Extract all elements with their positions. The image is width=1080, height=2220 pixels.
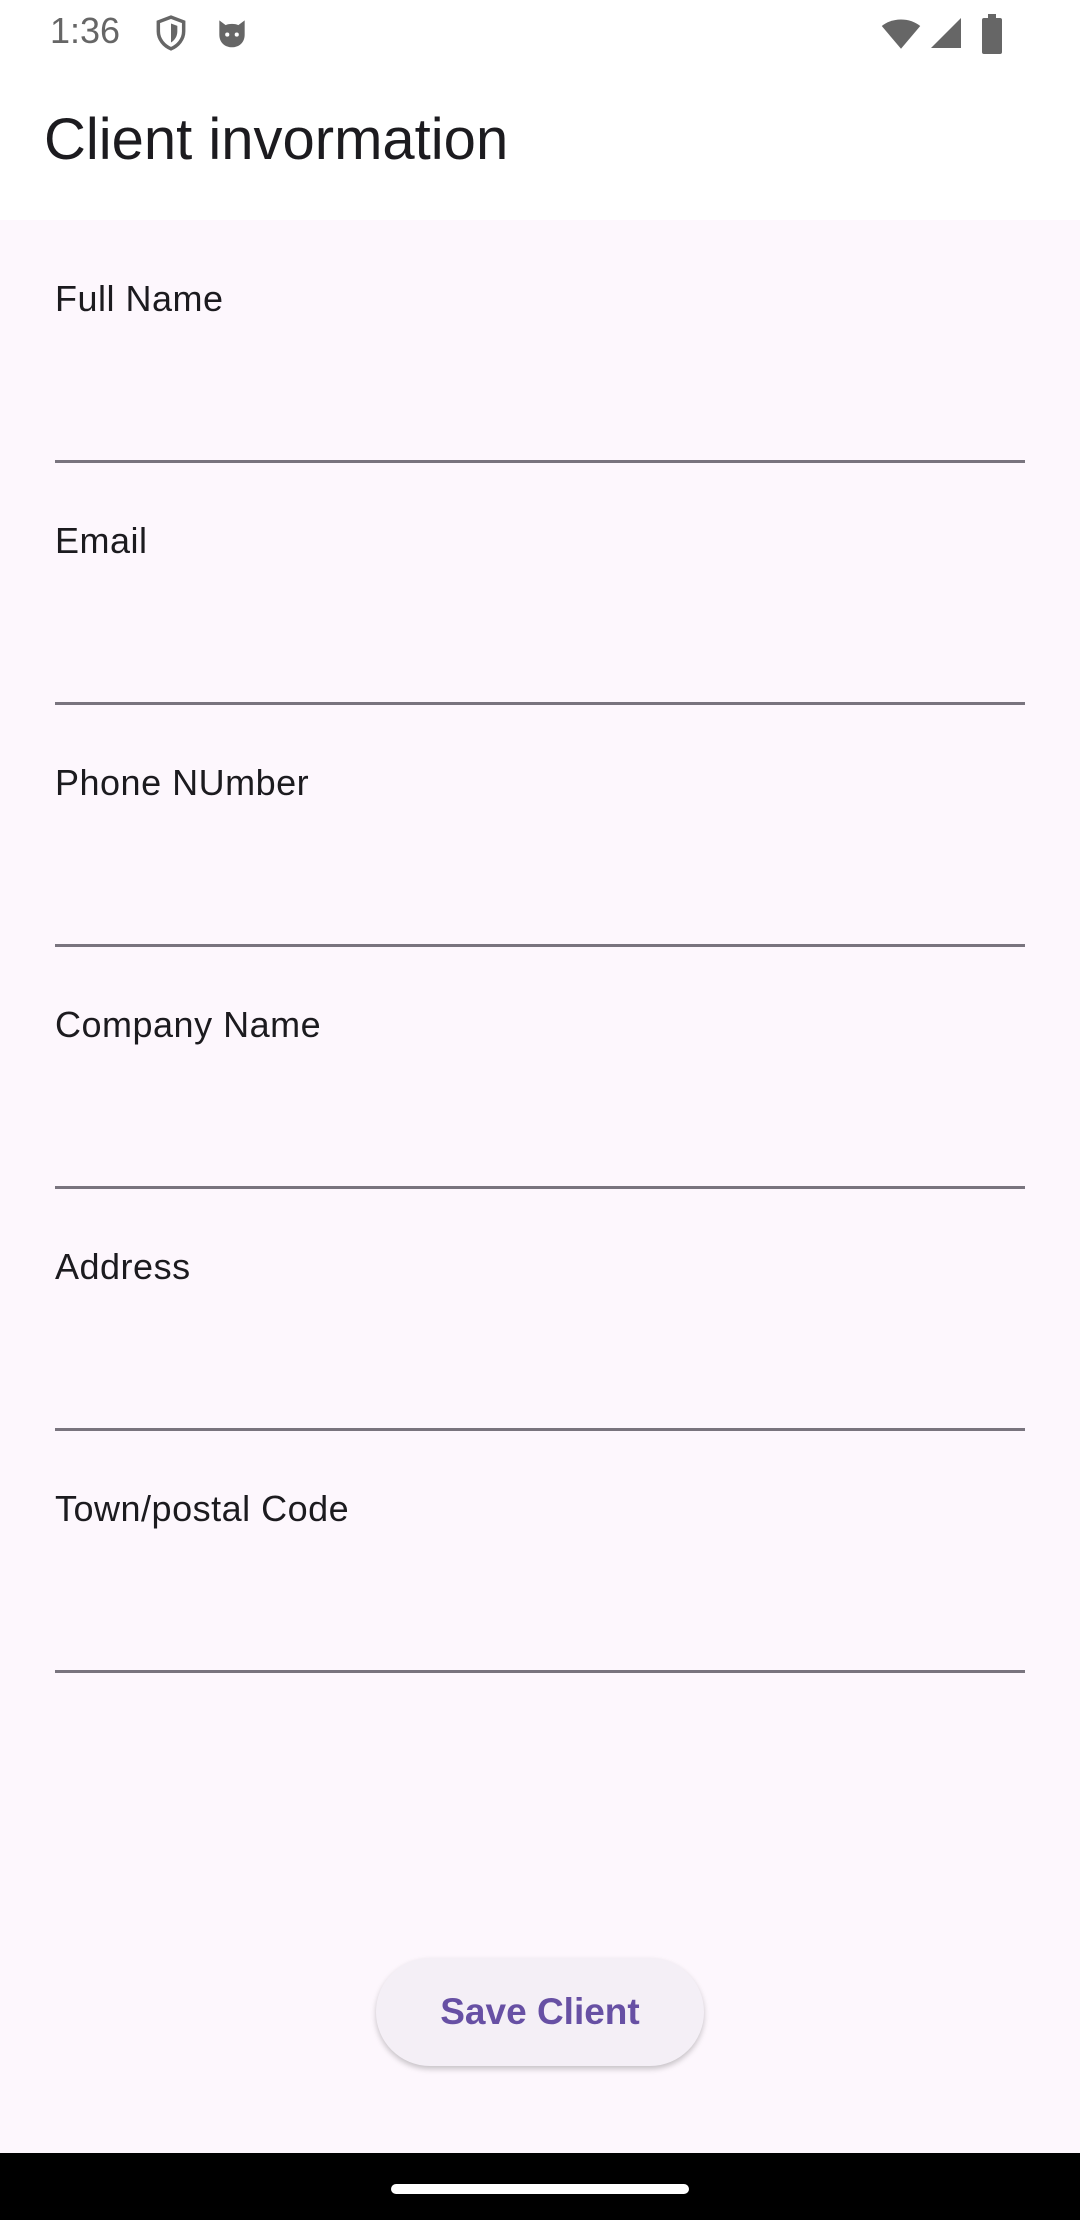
company-name-label: Company Name	[55, 1004, 322, 1045]
phone-number-input[interactable]	[55, 824, 1025, 904]
status-bar: 1:36	[0, 0, 1080, 66]
home-handle[interactable]	[391, 2184, 689, 2194]
town-postal-code-underline	[55, 1670, 1025, 1673]
company-name-field[interactable]: Company Name	[55, 946, 1025, 1189]
email-input[interactable]	[55, 582, 1025, 662]
app-bar: Client invormation	[0, 66, 1080, 220]
full-name-label: Full Name	[55, 278, 224, 319]
signal-icon	[928, 14, 964, 52]
status-time: 1:36	[50, 10, 121, 51]
town-postal-code-input[interactable]	[55, 1550, 1025, 1630]
email-label: Email	[55, 520, 148, 561]
email-field[interactable]: Email	[55, 462, 1025, 705]
phone-number-label: Phone NUmber	[55, 762, 310, 803]
client-form: Full Name Email Phone NUmber Company Nam…	[55, 220, 1025, 1673]
shield-icon	[152, 14, 190, 52]
phone-number-field[interactable]: Phone NUmber	[55, 704, 1025, 947]
address-field[interactable]: Address	[55, 1188, 1025, 1431]
save-client-button[interactable]: Save Client	[376, 1958, 704, 2066]
cat-face-icon	[213, 14, 251, 52]
address-label: Address	[55, 1246, 191, 1287]
screen: 1:36 Client invormation Full Name Email …	[0, 0, 1080, 2220]
town-postal-code-label: Town/postal Code	[55, 1488, 350, 1529]
town-postal-code-field[interactable]: Town/postal Code	[55, 1430, 1025, 1673]
page-title: Client invormation	[44, 107, 509, 172]
full-name-input[interactable]	[55, 340, 1025, 420]
battery-icon	[980, 14, 1004, 54]
full-name-field[interactable]: Full Name	[55, 220, 1025, 463]
wifi-icon	[880, 12, 922, 54]
navigation-bar	[0, 2153, 1080, 2220]
address-input[interactable]	[55, 1308, 1025, 1388]
company-name-input[interactable]	[55, 1066, 1025, 1146]
